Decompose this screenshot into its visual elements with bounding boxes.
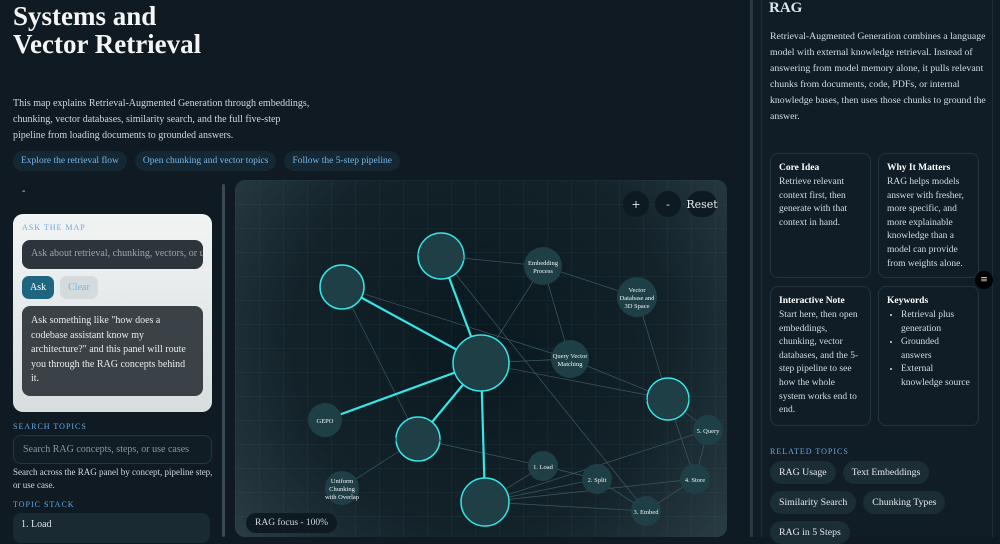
card-title: Interactive Note <box>779 296 862 306</box>
topic-stack-label: TOPIC STACK <box>13 500 75 509</box>
search-label: SEARCH TOPICS <box>13 422 87 431</box>
keyword: Grounded answers <box>901 336 970 363</box>
graph-node-label: 1. Load <box>533 464 554 471</box>
graph-node-label: GEPO <box>317 418 334 425</box>
card-text: Retrieve relevant context first, then ge… <box>779 176 862 230</box>
ask-button[interactable]: Ask <box>22 276 54 299</box>
card-text: Start here, then open embeddings, chunki… <box>779 309 862 418</box>
card-text: RAG helps models answer with fresher, mo… <box>887 176 970 271</box>
concept-graph[interactable]: Text Embedding RAG Usage EmbeddingProcess V… <box>235 180 727 537</box>
topic-stack-item[interactable]: 1. Load <box>13 513 210 543</box>
keyword: External knowledge source <box>901 363 970 390</box>
graph-node-label: RAG in 5 Steps <box>463 499 507 507</box>
related-label: RELATED TOPICS <box>770 447 849 456</box>
graph-canvas[interactable]: Text Embedding RAG Usage EmbeddingProcess V… <box>235 180 727 537</box>
graph-node-label: Query Vector <box>553 353 589 360</box>
zoom-out-button[interactable]: - <box>655 191 681 217</box>
graph-node-label: Vector <box>629 287 647 294</box>
graph-node-label: Process <box>533 268 553 275</box>
graph-node-label: Uniform <box>331 478 353 485</box>
chip-chunking-vector[interactable]: Open chunking and vector topics <box>135 151 277 171</box>
card-title: Core Idea <box>779 163 862 173</box>
graph-node-label: 3. Embed <box>634 509 660 516</box>
keyword: Retrieval plus generation <box>901 309 970 336</box>
collapse-button[interactable]: - <box>22 186 25 197</box>
answer-box: Ask something like "how does a codebase … <box>22 306 203 396</box>
graph-node-label: Chunking Types <box>395 436 441 444</box>
graph-node-label: Matching <box>558 361 584 368</box>
graph-node-label: 4. Store <box>685 477 705 484</box>
related-chunking-types[interactable]: Chunking Types <box>863 491 945 514</box>
related-rag-usage[interactable]: RAG Usage <box>770 461 836 484</box>
why-it-matters-card: Why It Matters RAG helps models answer w… <box>878 153 979 278</box>
reset-button[interactable]: Reset <box>687 191 717 217</box>
graph-node-label: 2. Split <box>588 477 607 484</box>
chip-retrieval-flow[interactable]: Explore the retrieval flow <box>13 151 127 171</box>
scrollbar[interactable] <box>222 184 225 537</box>
card-title: Keywords <box>887 296 970 306</box>
graph-node-label: RAG Usage <box>325 284 359 292</box>
graph-node-label: with Overlap <box>325 494 359 501</box>
outline-toggle-icon[interactable]: ≡ <box>975 271 993 289</box>
intro-text: This map explains Retrieval-Augmented Ge… <box>13 96 313 144</box>
graph-node-label: Text Embedding <box>418 253 465 261</box>
interactive-note-card: Interactive Note Start here, then open e… <box>770 286 871 426</box>
search-help: Search across the RAG panel by concept, … <box>13 466 218 492</box>
ask-input[interactable]: Ask about retrieval, chunking, vectors, … <box>22 240 203 269</box>
graph-node-label: Embedding <box>528 260 559 267</box>
graph-node-label: 5. Query <box>697 428 720 435</box>
keywords-card: Keywords Retrieval plus generationGround… <box>878 286 979 426</box>
graph-node-label: RAG <box>474 360 489 368</box>
graph-node-label: Database and <box>620 295 656 302</box>
related-rag-5-steps[interactable]: RAG in 5 Steps <box>770 521 850 544</box>
core-idea-card: Core Idea Retrieve relevant context firs… <box>770 153 871 278</box>
ask-panel: ASK THE MAP Ask about retrieval, chunkin… <box>13 214 212 412</box>
ask-label: ASK THE MAP <box>22 223 203 232</box>
search-input[interactable]: Search RAG concepts, steps, or use cases <box>13 435 212 464</box>
detail-title: RAG <box>769 0 802 17</box>
graph-edge <box>342 287 418 439</box>
card-title: Why It Matters <box>887 163 970 173</box>
chip-5-step-pipeline[interactable]: Follow the 5-step pipeline <box>284 151 399 171</box>
page-title: Systems and Vector Retrieval <box>13 2 233 58</box>
related-similarity-search[interactable]: Similarity Search <box>770 491 856 514</box>
related-text-embeddings[interactable]: Text Embeddings <box>843 461 930 484</box>
focus-status: RAG focus - 100% <box>246 513 337 533</box>
graph-node-label: Similarity Search <box>644 396 693 404</box>
clear-button[interactable]: Clear <box>60 276 98 299</box>
graph-node-label: 3D Space <box>624 303 649 310</box>
graph-node-label: Chunking <box>329 486 355 493</box>
zoom-in-button[interactable]: + <box>623 191 649 217</box>
detail-description: Retrieval-Augmented Generation combines … <box>770 29 992 125</box>
